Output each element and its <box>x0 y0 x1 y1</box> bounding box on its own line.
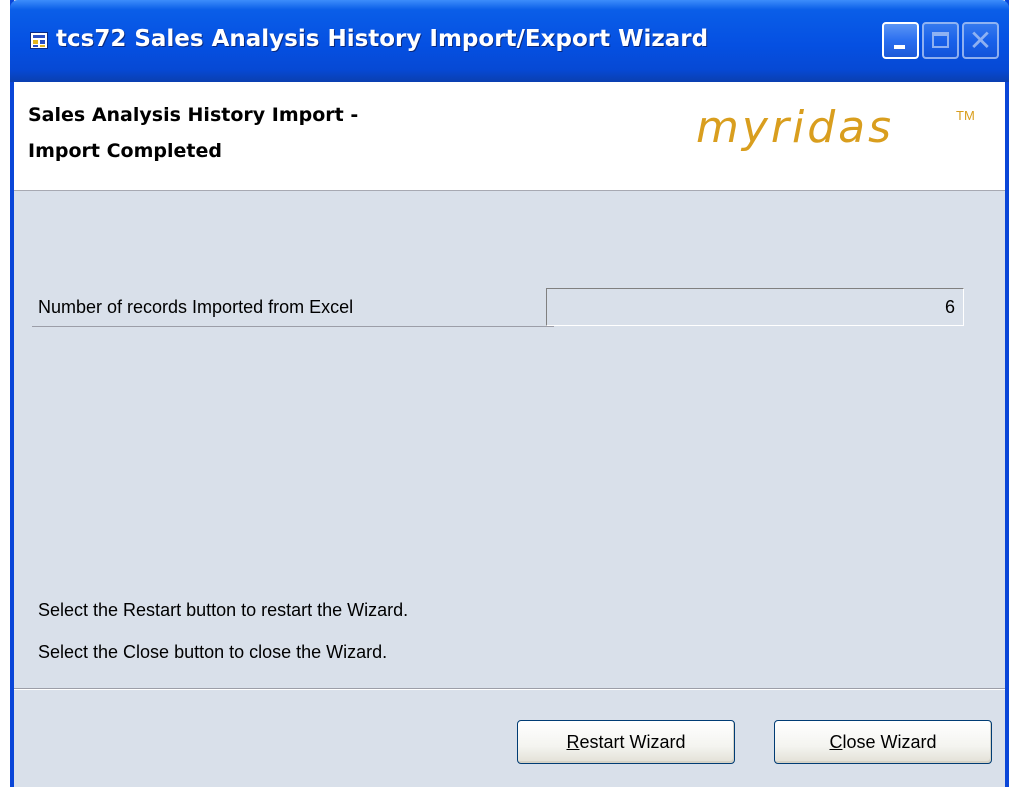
wizard-window: tcs72 Sales Analysis History Import/Expo… <box>10 0 1009 787</box>
close-window-button[interactable]: ✕ <box>962 22 999 59</box>
app-icon[interactable] <box>30 32 48 49</box>
maximize-button[interactable] <box>922 22 959 59</box>
title-bar[interactable]: tcs72 Sales Analysis History Import/Expo… <box>10 0 1009 82</box>
label-underline <box>32 326 554 327</box>
close-instruction: Select the Close button to close the Wiz… <box>38 642 388 662</box>
logo-trademark: TM <box>956 108 975 123</box>
window-title: tcs72 Sales Analysis History Import/Expo… <box>56 26 709 52</box>
records-imported-label: Number of records Imported from Excel <box>38 297 354 317</box>
restart-wizard-button[interactable]: Restart Wizard <box>517 720 735 764</box>
close-icon: ✕ <box>968 24 993 57</box>
myridas-logo: myridas <box>696 102 895 153</box>
minimize-icon <box>894 45 905 49</box>
close-mnemonic: C <box>829 732 843 752</box>
header-title: Sales Analysis History Import - <box>28 104 359 126</box>
header-subtitle: Import Completed <box>28 140 222 162</box>
restart-mnemonic: R <box>566 732 580 752</box>
maximize-icon <box>932 32 949 48</box>
minimize-button[interactable] <box>882 22 919 59</box>
records-imported-value: 6 <box>944 297 955 317</box>
restart-button-label: estart Wizard <box>579 732 686 752</box>
close-button-label: lose Wizard <box>842 732 937 752</box>
footer-separator <box>14 688 1005 690</box>
close-wizard-button[interactable]: Close Wizard <box>774 720 992 764</box>
wizard-header: Sales Analysis History Import - Import C… <box>14 82 1005 191</box>
records-imported-field: 6 <box>546 288 964 326</box>
restart-instruction: Select the Restart button to restart the… <box>38 600 409 620</box>
